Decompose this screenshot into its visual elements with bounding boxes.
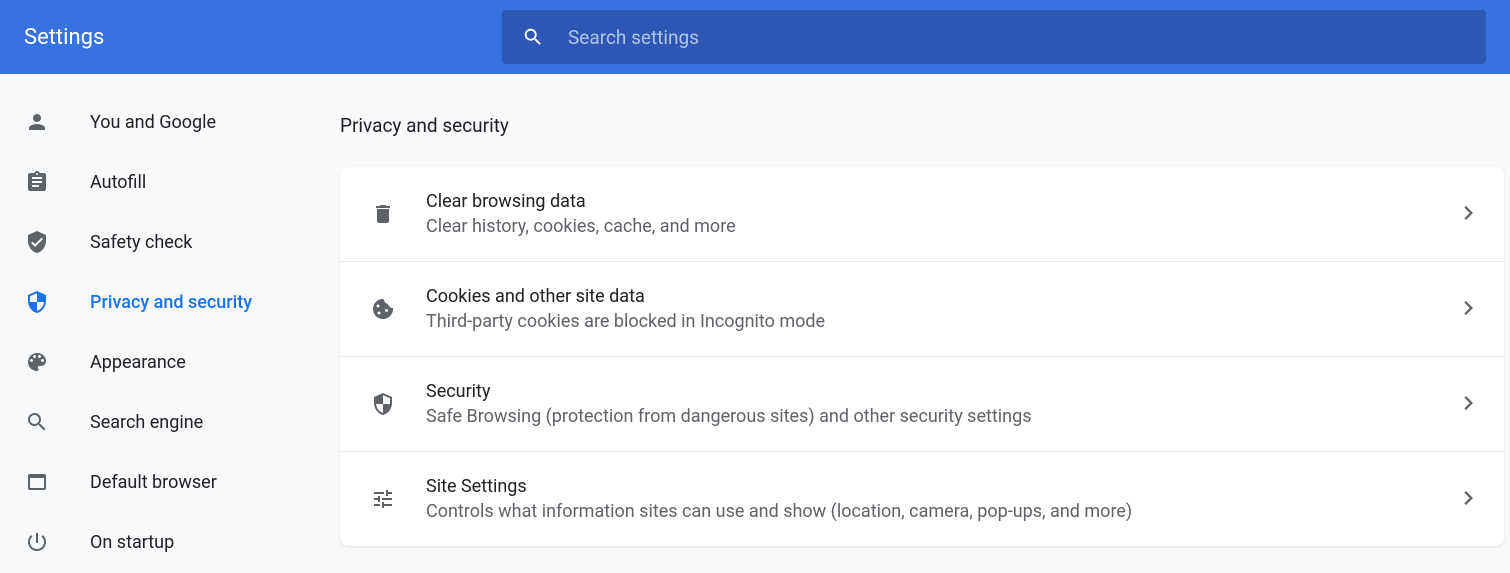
sidebar-item-appearance[interactable]: Appearance <box>0 332 340 392</box>
section-title: Privacy and security <box>340 114 1510 137</box>
tune-icon <box>370 487 396 511</box>
header: Settings <box>0 0 1510 74</box>
row-clear-browsing-data[interactable]: Clear browsing data Clear history, cooki… <box>340 167 1504 262</box>
palette-icon <box>24 350 50 374</box>
row-title: Security <box>426 381 1434 402</box>
sidebar-item-privacy-security[interactable]: Privacy and security <box>0 272 340 332</box>
row-site-settings[interactable]: Site Settings Controls what information … <box>340 452 1504 546</box>
chevron-right-icon <box>1464 300 1474 319</box>
shield-half-icon <box>24 290 50 314</box>
chevron-right-icon <box>1464 395 1474 414</box>
sidebar: You and Google Autofill Safety check Pri… <box>0 74 340 573</box>
row-title: Site Settings <box>426 476 1434 497</box>
sidebar-item-label: Safety check <box>90 232 192 253</box>
row-cookies[interactable]: Cookies and other site data Third-party … <box>340 262 1504 357</box>
row-desc: Controls what information sites can use … <box>426 501 1434 522</box>
sidebar-item-on-startup[interactable]: On startup <box>0 512 340 572</box>
person-icon <box>24 110 50 134</box>
sidebar-item-autofill[interactable]: Autofill <box>0 152 340 212</box>
sidebar-item-label: Default browser <box>90 472 217 493</box>
main-content: Privacy and security Clear browsing data… <box>340 74 1510 573</box>
row-desc: Clear history, cookies, cache, and more <box>426 216 1434 237</box>
row-security[interactable]: Security Safe Browsing (protection from … <box>340 357 1504 452</box>
sidebar-item-you-and-google[interactable]: You and Google <box>0 92 340 152</box>
page-title: Settings <box>24 25 502 50</box>
sidebar-item-label: Autofill <box>90 172 146 193</box>
cookie-icon <box>370 297 396 321</box>
trash-icon <box>370 202 396 226</box>
row-desc: Safe Browsing (protection from dangerous… <box>426 406 1434 427</box>
sidebar-item-label: You and Google <box>90 112 216 133</box>
browser-icon <box>24 470 50 494</box>
sidebar-item-label: On startup <box>90 532 174 553</box>
shield-check-icon <box>24 230 50 254</box>
sidebar-item-label: Appearance <box>90 352 186 373</box>
row-desc: Third-party cookies are blocked in Incog… <box>426 311 1434 332</box>
settings-card: Clear browsing data Clear history, cooki… <box>340 167 1504 546</box>
search-icon <box>522 26 544 48</box>
clipboard-icon <box>24 170 50 194</box>
search-box[interactable] <box>502 10 1486 64</box>
search-input[interactable] <box>568 26 1466 49</box>
sidebar-item-label: Search engine <box>90 412 203 433</box>
row-title: Clear browsing data <box>426 191 1434 212</box>
search-icon <box>24 410 50 434</box>
shield-icon <box>370 392 396 416</box>
sidebar-item-safety-check[interactable]: Safety check <box>0 212 340 272</box>
sidebar-item-label: Privacy and security <box>90 292 252 313</box>
chevron-right-icon <box>1464 490 1474 509</box>
row-title: Cookies and other site data <box>426 286 1434 307</box>
sidebar-item-default-browser[interactable]: Default browser <box>0 452 340 512</box>
chevron-right-icon <box>1464 205 1474 224</box>
sidebar-item-search-engine[interactable]: Search engine <box>0 392 340 452</box>
power-icon <box>24 530 50 554</box>
